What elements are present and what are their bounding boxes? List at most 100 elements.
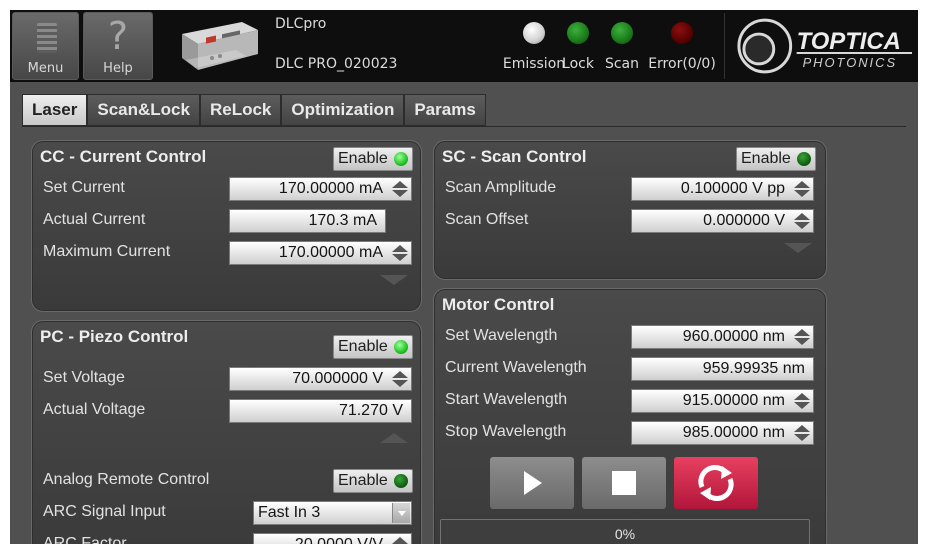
motor-loop-button[interactable] [674,457,758,509]
motor-stop-button[interactable] [582,457,666,509]
piezo-control-panel: PC - Piezo Control Enable Set Voltage 70… [31,320,422,544]
menu-button[interactable]: Menu [12,12,79,80]
set-wavelength-row: Set Wavelength 960.00000 nm [445,325,817,349]
start-wavelength-spinner-icon[interactable] [793,392,811,410]
actual-voltage-value: 71.270 V [338,402,403,419]
help-icon: ? [107,14,129,58]
toptica-logo: TOPTICA PHOTONICS [724,13,913,79]
tab-params[interactable]: Params [404,94,486,126]
arc-enable-button[interactable]: Enable [333,469,413,493]
scan-led-icon [611,22,633,44]
scan-offset-spinner-icon[interactable] [793,212,811,230]
cc-expand-icon[interactable] [378,273,410,287]
set-voltage-label: Set Voltage [43,369,125,386]
start-wavelength-value: 915.00000 nm [682,392,785,409]
set-current-row: Set Current 170.00000 mA [43,177,413,201]
current-wavelength-row: Current Wavelength 959.99935 nm [445,357,817,381]
max-current-spinner-icon[interactable] [391,244,409,262]
tab-laser[interactable]: Laser [22,94,88,126]
pc-enable-button[interactable]: Enable [333,335,413,359]
set-current-label: Set Current [43,179,125,196]
current-wavelength-label: Current Wavelength [445,359,587,376]
scan-control-panel: SC - Scan Control Enable Scan Amplitude … [433,140,827,280]
arc-signal-row: ARC Signal Input Fast In 3 [43,501,413,525]
tab-list: Laser Scan&Lock ReLock Optimization Para… [22,94,486,126]
tab-optimization[interactable]: Optimization [281,94,405,126]
chevron-down-icon[interactable] [392,503,410,523]
current-wavelength-readout: 959.99935 nm [631,357,814,381]
start-wavelength-input[interactable]: 915.00000 nm [631,389,814,413]
tab-scan-lock[interactable]: Scan&Lock [87,94,200,126]
device-id: DLC PRO_020023 [275,56,398,72]
scan-control-title: SC - Scan Control [442,147,587,166]
analog-remote-row: Analog Remote Control Enable [43,469,413,493]
current-wavelength-value: 959.99935 nm [702,360,805,377]
help-button[interactable]: ? Help [83,12,153,80]
logo-main-text: TOPTICA [797,28,901,55]
sc-enable-led-icon [796,152,811,166]
menu-icon [37,23,57,53]
stop-wavelength-value: 985.00000 nm [682,424,785,441]
tab-relock[interactable]: ReLock [199,94,282,126]
analog-remote-label: Analog Remote Control [43,471,210,488]
sc-enable-button[interactable]: Enable [736,147,816,171]
motor-control-panel: Motor Control Set Wavelength 960.00000 n… [433,288,827,544]
emission-led-icon [523,22,545,44]
set-wavelength-input[interactable]: 960.00000 nm [631,325,814,349]
arc-factor-input[interactable]: 20.0000 V/V [253,533,412,544]
device-image [182,22,258,70]
scan-indicator: Scan [600,22,644,72]
set-current-value: 170.00000 mA [278,180,383,197]
start-wavelength-row: Start Wavelength 915.00000 nm [445,389,817,413]
set-current-input[interactable]: 170.00000 mA [229,177,412,201]
set-current-spinner-icon[interactable] [391,180,409,198]
current-control-panel: CC - Current Control Enable Set Current … [31,140,422,312]
scan-amplitude-input[interactable]: 0.100000 V pp [631,177,814,201]
stop-wavelength-spinner-icon[interactable] [793,424,811,442]
stop-wavelength-input[interactable]: 985.00000 nm [631,421,814,445]
error-led-icon [671,22,693,44]
error-label: Error(0/0) [648,56,716,72]
arc-signal-value: Fast In 3 [258,504,321,521]
sc-enable-label: Enable [741,150,791,167]
scan-label: Scan [604,56,640,72]
max-current-label: Maximum Current [43,243,171,260]
motor-play-button[interactable] [490,457,574,509]
arc-factor-label: ARC Factor [43,535,127,544]
arc-enable-led-icon [393,474,408,488]
set-voltage-row: Set Voltage 70.000000 V [43,367,413,391]
set-voltage-spinner-icon[interactable] [391,370,409,388]
actual-current-label: Actual Current [43,211,146,228]
arc-signal-select[interactable]: Fast In 3 [253,501,412,525]
actual-voltage-label: Actual Voltage [43,401,146,418]
scan-amplitude-spinner-icon[interactable] [793,180,811,198]
device-name: DLCpro [275,16,327,32]
scan-offset-label: Scan Offset [445,211,529,228]
tab-bar: Laser Scan&Lock ReLock Optimization Para… [10,82,918,138]
motor-progress-bar: 0% [440,519,810,544]
scan-offset-input[interactable]: 0.000000 V [631,209,814,233]
pc-enable-label: Enable [338,338,388,355]
actual-voltage-readout: 71.270 V [229,399,412,423]
pc-collapse-icon[interactable] [378,431,410,445]
motor-progress-text: 0% [614,526,636,542]
scan-offset-value: 0.000000 V [703,212,785,229]
set-wavelength-value: 960.00000 nm [682,328,785,345]
scan-amplitude-label: Scan Amplitude [445,179,557,196]
arc-factor-spinner-icon[interactable] [391,536,409,544]
set-voltage-value: 70.000000 V [292,370,383,387]
motor-control-title: Motor Control [442,295,555,314]
sc-expand-icon[interactable] [782,241,814,255]
stop-wavelength-row: Stop Wavelength 985.00000 nm [445,421,817,445]
scan-offset-row: Scan Offset 0.000000 V [445,209,817,233]
menu-button-label: Menu [27,61,64,76]
set-wavelength-spinner-icon[interactable] [793,328,811,346]
dlcpro-app-window: Menu ? Help DLCpro DLC PRO_020023 Emissi… [10,10,918,544]
set-voltage-input[interactable]: 70.000000 V [229,367,412,391]
set-wavelength-label: Set Wavelength [445,327,558,344]
cc-enable-led-icon [393,152,408,166]
cc-enable-button[interactable]: Enable [333,147,413,171]
actual-current-value: 170.3 mA [308,212,377,229]
current-control-title: CC - Current Control [40,147,207,166]
max-current-input[interactable]: 170.00000 mA [229,241,412,265]
